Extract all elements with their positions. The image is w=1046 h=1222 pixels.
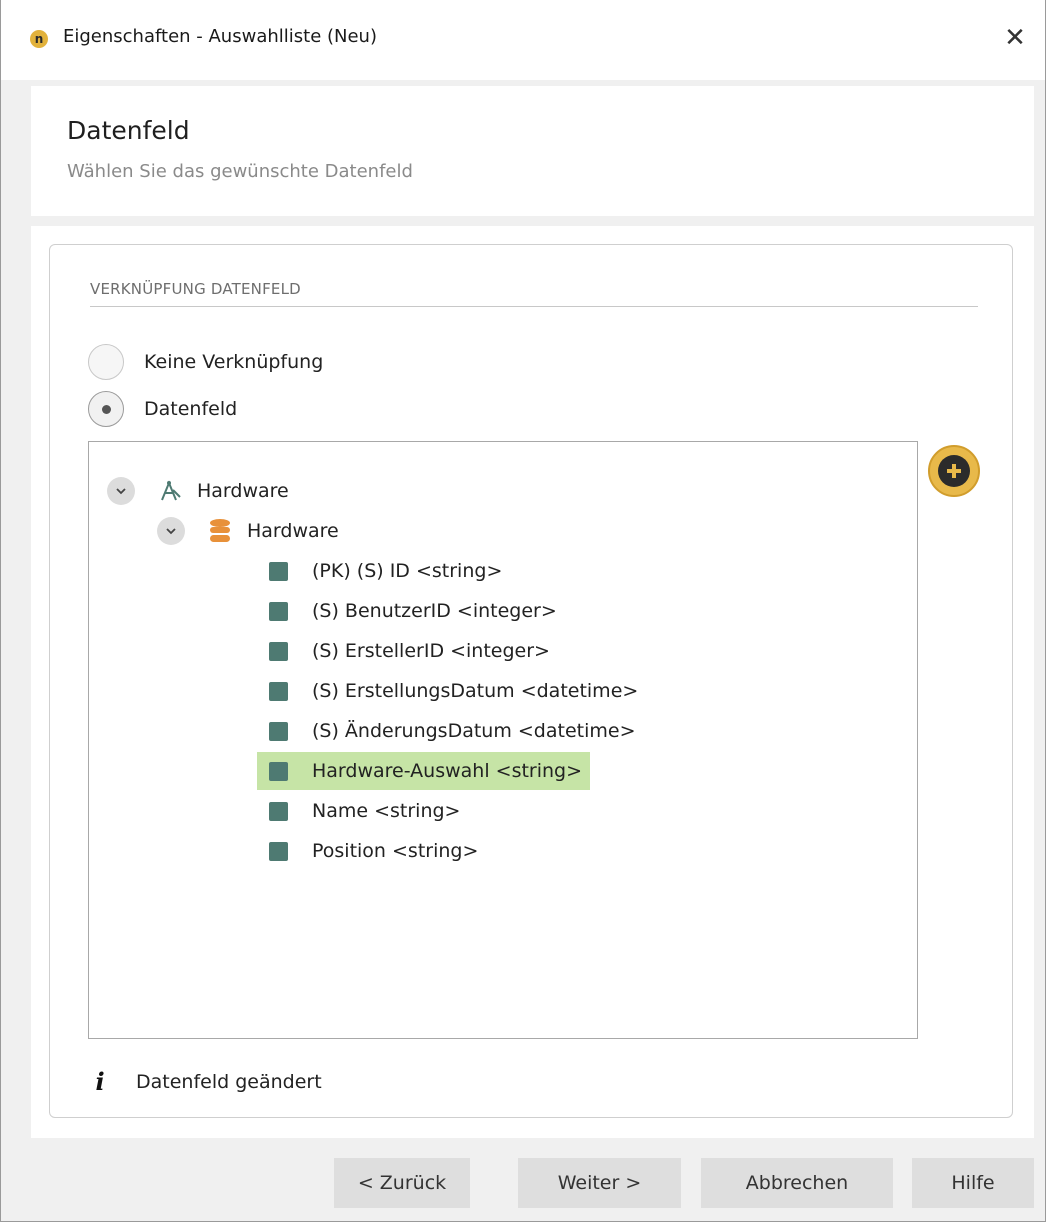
- field-icon: [269, 841, 288, 861]
- tree-field-item[interactable]: Name <string>: [257, 792, 468, 830]
- field-icon: [269, 561, 288, 581]
- next-button[interactable]: Weiter >: [518, 1158, 681, 1208]
- tree-field-item[interactable]: (S) ÄnderungsDatum <datetime>: [257, 712, 644, 750]
- close-icon: ✕: [1004, 23, 1026, 53]
- field-label: Name <string>: [312, 800, 461, 822]
- status-message: i Datenfeld geändert: [90, 1067, 322, 1096]
- radio-no-link[interactable]: Keine Verknüpfung: [88, 342, 323, 382]
- field-label: (S) BenutzerID <integer>: [312, 600, 557, 622]
- diagram-icon: [159, 479, 183, 503]
- field-icon: [269, 761, 288, 781]
- plus-icon: [938, 455, 970, 487]
- main-panel: VERKNÜPFUNG DATENFELD Keine Verknüpfung …: [31, 226, 1034, 1138]
- tree-field-item[interactable]: Position <string>: [257, 832, 486, 870]
- field-icon: [269, 601, 288, 621]
- radio-label: Keine Verknüpfung: [144, 351, 324, 373]
- radio-circle[interactable]: [88, 344, 124, 380]
- radio-label: Datenfeld: [144, 398, 238, 420]
- title-bar: n Eigenschaften - Auswahlliste (Neu) ✕: [1, 0, 1045, 80]
- tree-field-item[interactable]: (S) BenutzerID <integer>: [257, 592, 565, 630]
- tree-node-root[interactable]: Hardware: [107, 472, 289, 510]
- tree-node-table[interactable]: Hardware: [157, 512, 339, 550]
- tree-field-item-selected[interactable]: Hardware-Auswahl <string>: [257, 752, 591, 790]
- field-label: (S) ErstellungsDatum <datetime>: [312, 680, 639, 702]
- tree-field-item[interactable]: (S) ErstellerID <integer>: [257, 632, 558, 670]
- database-icon: [209, 518, 231, 544]
- dialog-window: n Eigenschaften - Auswahlliste (Neu) ✕ D…: [0, 0, 1046, 1222]
- help-button[interactable]: Hilfe: [912, 1158, 1034, 1208]
- tree-node-label: Hardware: [247, 520, 339, 542]
- tree-field-item[interactable]: (PK) (S) ID <string>: [257, 552, 510, 590]
- close-button[interactable]: ✕: [995, 18, 1035, 58]
- section-divider: [90, 306, 978, 307]
- section-label: VERKNÜPFUNG DATENFELD: [90, 280, 301, 298]
- field-label: Hardware-Auswahl <string>: [312, 760, 583, 782]
- link-group-box: VERKNÜPFUNG DATENFELD Keine Verknüpfung …: [49, 244, 1013, 1118]
- chevron-down-icon[interactable]: [157, 517, 185, 545]
- status-text: Datenfeld geändert: [136, 1070, 322, 1093]
- tree-field-item[interactable]: (S) ErstellungsDatum <datetime>: [257, 672, 646, 710]
- add-button[interactable]: [928, 445, 980, 497]
- field-icon: [269, 681, 288, 701]
- cancel-button[interactable]: Abbrechen: [701, 1158, 893, 1208]
- radio-checked-dot: [101, 404, 111, 414]
- window-title: Eigenschaften - Auswahlliste (Neu): [63, 26, 377, 47]
- chevron-down-icon[interactable]: [107, 477, 135, 505]
- tree-node-label: Hardware: [197, 480, 289, 502]
- radio-circle[interactable]: [88, 391, 124, 427]
- field-icon: [269, 641, 288, 661]
- datafield-tree[interactable]: Hardware Hardware (PK) (S) ID <string> (…: [88, 441, 918, 1039]
- info-icon: i: [95, 1067, 105, 1096]
- field-label: (S) ÄnderungsDatum <datetime>: [312, 720, 636, 742]
- field-label: (S) ErstellerID <integer>: [312, 640, 550, 662]
- header-panel: Datenfeld Wählen Sie das gewünschte Date…: [31, 86, 1034, 216]
- field-icon: [269, 801, 288, 821]
- field-label: Position <string>: [312, 840, 479, 862]
- back-button[interactable]: < Zurück: [334, 1158, 470, 1208]
- field-label: (PK) (S) ID <string>: [312, 560, 503, 582]
- field-icon: [269, 721, 288, 741]
- radio-datafield[interactable]: Datenfeld: [88, 389, 237, 429]
- app-icon: n: [30, 30, 48, 48]
- page-subtitle: Wählen Sie das gewünschte Datenfeld: [67, 161, 413, 182]
- page-title: Datenfeld: [67, 116, 190, 145]
